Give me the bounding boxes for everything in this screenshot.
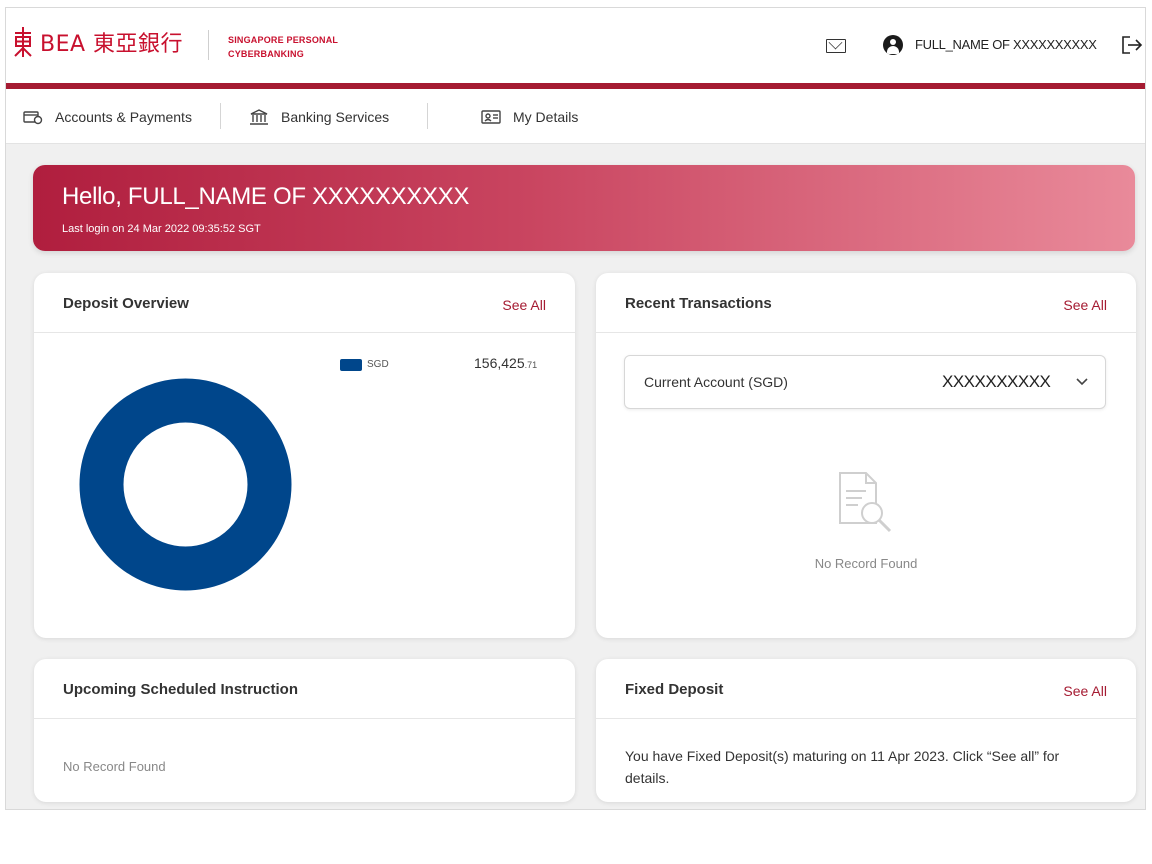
fixed-deposit-card: Fixed Deposit See All You have Fixed Dep… (596, 659, 1136, 802)
bank-icon (250, 108, 268, 125)
see-all-link[interactable]: See All (1063, 297, 1107, 313)
card-header: Deposit Overview See All (34, 273, 575, 333)
scheduled-instruction-card: Upcoming Scheduled Instruction No Record… (34, 659, 575, 802)
mail-icon[interactable] (826, 39, 846, 53)
card-title: Deposit Overview (63, 295, 189, 312)
top-header: BEA 東亞銀行 SINGAPORE PERSONAL CYBERBANKING… (6, 8, 1145, 83)
no-record-search-icon (839, 472, 892, 533)
nav-divider (220, 103, 221, 129)
see-all-link[interactable]: See All (1063, 683, 1107, 699)
card-header: Upcoming Scheduled Instruction (34, 659, 575, 719)
legend-label: SGD (367, 359, 389, 370)
nav-item-my-details[interactable]: My Details (481, 89, 578, 144)
nav-divider (427, 103, 428, 129)
donut-slice-sgd (79, 378, 292, 591)
user-icon[interactable] (883, 35, 903, 55)
empty-state-text: No Record Found (63, 759, 166, 774)
card-title: Upcoming Scheduled Instruction (63, 681, 299, 698)
account-number: XXXXXXXXXX (942, 372, 1051, 391)
card-title: Recent Transactions (625, 295, 772, 312)
legend-swatch (340, 359, 362, 371)
fixed-deposit-message: You have Fixed Deposit(s) maturing on 11… (625, 748, 1060, 786)
deposit-donut-chart (79, 378, 292, 591)
nav-item-banking-services[interactable]: Banking Services (249, 89, 389, 144)
see-all-link[interactable]: See All (502, 297, 546, 313)
nav-label: Accounts & Payments (55, 108, 192, 125)
card-header: Recent Transactions See All (596, 273, 1136, 333)
main-nav: Accounts & Payments Banking Services My … (6, 89, 1145, 144)
deposit-overview-card: Deposit Overview See All SGD 156,425.71 (34, 273, 575, 638)
card-title: Fixed Deposit (625, 681, 724, 698)
nav-label: My Details (513, 108, 579, 125)
wallet-icon (23, 110, 43, 124)
logo-subtitle: SINGAPORE PERSONAL CYBERBANKING (228, 33, 338, 61)
logo-subtitle-line1: SINGAPORE PERSONAL (228, 35, 339, 45)
recent-transactions-card: Recent Transactions See All Current Acco… (596, 273, 1136, 638)
legend-value: 156,425.71 (474, 355, 537, 371)
logo-text: BEA 東亞銀行 (40, 32, 184, 57)
logo-subtitle-line2: CYBERBANKING (228, 49, 304, 59)
welcome-banner: Hello, FULL_NAME OF XXXXXXXXXX Last logi… (33, 165, 1135, 251)
account-select[interactable]: Current Account (SGD) XXXXXXXXXX (624, 355, 1106, 409)
bea-emblem-icon (14, 27, 32, 57)
account-name: Current Account (SGD) (644, 374, 788, 390)
id-card-icon (481, 109, 501, 124)
logout-icon[interactable] (1121, 35, 1143, 55)
legend-value-main: 156,425 (474, 355, 525, 371)
chevron-down-icon (1076, 378, 1088, 386)
nav-label: Banking Services (281, 108, 390, 125)
user-name[interactable]: FULL_NAME OF XXXXXXXXXX (915, 37, 1097, 52)
app-frame: BEA 東亞銀行 SINGAPORE PERSONAL CYBERBANKING… (5, 7, 1146, 810)
card-header: Fixed Deposit See All (596, 659, 1136, 719)
empty-state-text: No Record Found (814, 556, 918, 571)
last-login: Last login on 24 Mar 2022 09:35:52 SGT (62, 223, 261, 235)
legend-value-cents: .71 (524, 360, 538, 370)
nav-item-accounts-payments[interactable]: Accounts & Payments (23, 89, 192, 144)
logo-divider (208, 30, 209, 60)
greeting: Hello, FULL_NAME OF XXXXXXXXXX (62, 183, 470, 210)
bea-logo[interactable]: BEA 東亞銀行 (12, 25, 183, 59)
